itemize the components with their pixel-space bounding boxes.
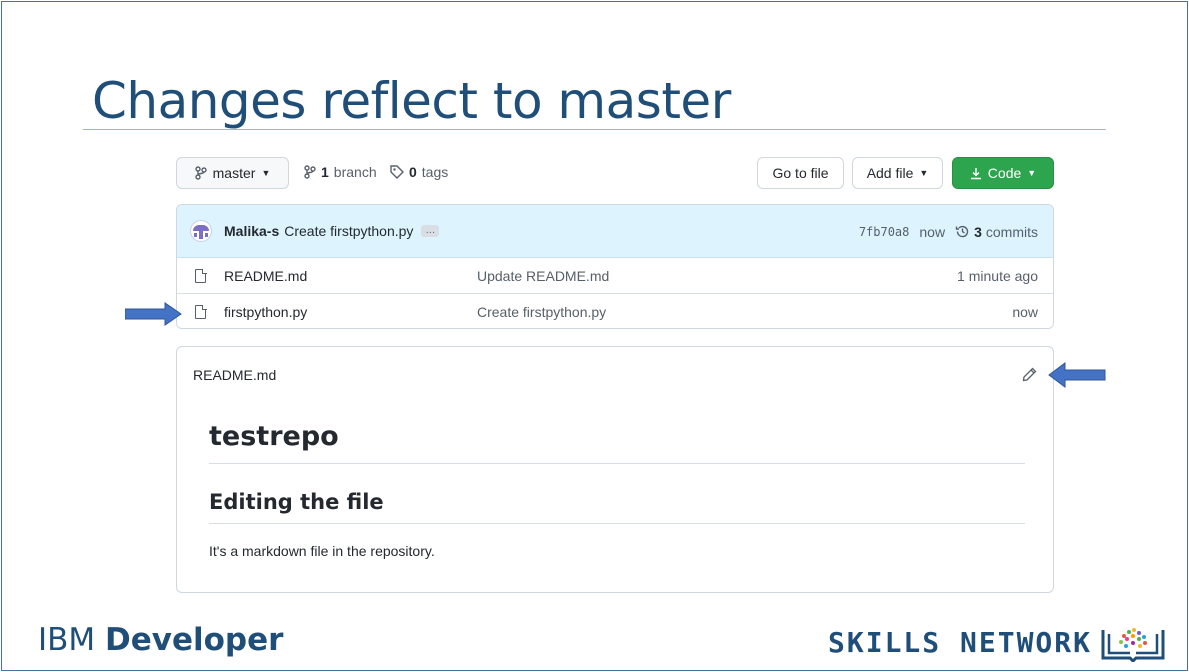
heading-divider [209, 523, 1025, 524]
heading-divider [209, 463, 1025, 464]
file-icon [195, 268, 207, 283]
chevron-down-icon: ▼ [919, 168, 929, 178]
commits-history-link[interactable]: 3 commits [955, 224, 1038, 240]
ibm-logo-text: IBM [38, 622, 96, 658]
skills-network-logo-text: SKILLS NETWORK [828, 626, 1093, 659]
latest-commit-bar: Malika-s Create firstpython.py … 7fb70a8… [177, 205, 1053, 258]
tag-count: 0 [409, 164, 417, 180]
git-branch-icon [194, 166, 207, 180]
git-branch-icon [304, 165, 316, 179]
file-age: now [1012, 304, 1038, 320]
branch-select-button[interactable]: master ▼ [176, 157, 289, 189]
commit-count: 3 [974, 223, 982, 240]
history-icon [955, 225, 969, 238]
file-name-link[interactable]: firstpython.py [224, 304, 307, 320]
tag-word: tags [421, 164, 449, 180]
edit-readme-icon [1022, 367, 1037, 382]
file-list: Malika-s Create firstpython.py … 7fb70a8… [176, 204, 1054, 329]
file-age: 1 minute ago [957, 268, 1038, 284]
skills-network-book-icon [1100, 624, 1166, 667]
expand-commit-button[interactable]: … [421, 225, 440, 237]
arrow-right-icon [125, 302, 182, 326]
readme-filename[interactable]: README.md [193, 367, 276, 383]
go-to-file-button[interactable]: Go to file [757, 157, 844, 189]
commit-meta: 7fb70a8 now 3 commits [859, 205, 1038, 258]
file-commit-link[interactable]: Update README.md [477, 268, 609, 284]
ibm-developer-logo: IBM Developer [38, 622, 283, 658]
branch-count: 1 [321, 164, 329, 180]
arrow-left-icon [1048, 362, 1106, 388]
chevron-down-icon: ▼ [261, 168, 271, 178]
readme-heading-2: Editing the file [209, 490, 384, 514]
code-label: Code [987, 165, 1022, 181]
file-icon [195, 304, 207, 319]
branches-link[interactable]: 1 branch [304, 164, 377, 180]
avatar[interactable] [190, 220, 212, 242]
repo-toolbar: master ▼ 1 branch 0 tags Go to file Add … [176, 157, 1054, 189]
commit-author-link[interactable]: Malika-s [224, 223, 279, 239]
download-icon [970, 167, 981, 179]
commit-sha-link[interactable]: 7fb70a8 [859, 225, 910, 239]
file-commit-link[interactable]: Create firstpython.py [477, 304, 606, 320]
file-row: README.md Update README.md 1 minute ago [177, 258, 1053, 294]
branch-select-label: master [212, 165, 256, 181]
commit-word: commits [985, 223, 1038, 240]
file-name-link[interactable]: README.md [224, 268, 307, 284]
pencil-icon[interactable] [1022, 367, 1037, 386]
add-file-button[interactable]: Add file ▼ [852, 157, 943, 189]
tags-link[interactable]: 0 tags [390, 164, 448, 180]
commit-message-link[interactable]: Create firstpython.py [284, 223, 413, 239]
readme-heading-1: testrepo [209, 421, 339, 452]
title-divider [83, 129, 1106, 130]
readme-paragraph: It's a markdown file in the repository. [209, 543, 435, 559]
branch-word: branch [333, 164, 377, 180]
developer-logo-text: Developer [105, 622, 284, 658]
add-file-label: Add file [866, 165, 914, 181]
file-row: firstpython.py Create firstpython.py now [177, 294, 1053, 328]
chevron-down-icon: ▼ [1027, 168, 1037, 178]
slide-title: Changes reflect to master [92, 72, 731, 130]
code-button[interactable]: Code ▼ [952, 157, 1054, 189]
tag-icon [390, 165, 404, 179]
commit-time: now [919, 223, 946, 240]
readme-panel: README.md testrepo Editing the file It's… [176, 346, 1054, 593]
